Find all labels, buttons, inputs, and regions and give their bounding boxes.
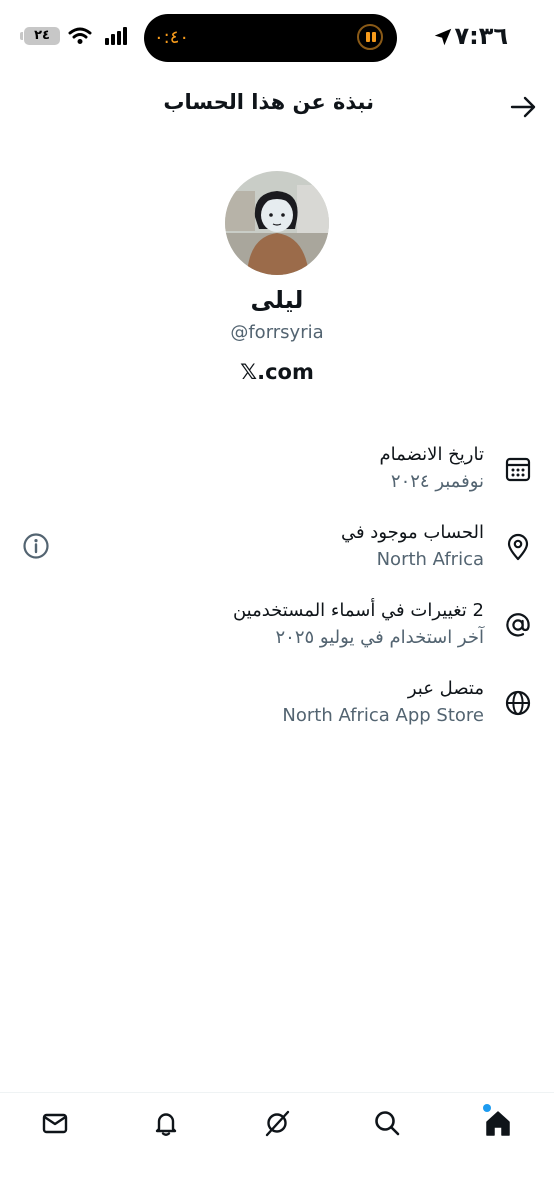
cellular-signal-icon — [105, 27, 127, 45]
joined-date: نوفمبر ٢٠٢٤ — [390, 471, 484, 492]
avatar[interactable] — [225, 171, 329, 275]
at-sign-icon — [506, 613, 530, 637]
username-last-used: آخر استخدام في يوليو ٢٠٢٥ — [275, 627, 484, 648]
location-pin-icon — [507, 533, 529, 561]
home-notification-dot — [483, 1104, 491, 1112]
globe-icon — [505, 690, 531, 716]
username-changes-title: 2 تغييرات في أسماء المستخدمين — [232, 600, 484, 621]
wifi-icon — [68, 27, 92, 44]
grok-icon[interactable] — [262, 1108, 292, 1138]
home-icon[interactable] — [483, 1108, 513, 1138]
battery-tip — [20, 32, 23, 40]
connected-via-value: North Africa App Store — [282, 705, 484, 726]
connected-via-title: متصل عبر — [407, 678, 484, 699]
location-arrow-icon — [434, 28, 452, 46]
page-title: نبذة عن هذا الحساب — [163, 90, 374, 114]
battery-icon: ٢٤ — [24, 27, 60, 45]
search-icon[interactable] — [372, 1108, 402, 1138]
info-icon[interactable] — [22, 532, 50, 560]
pause-icon[interactable] — [357, 24, 383, 50]
location-title: الحساب موجود في — [340, 522, 484, 543]
site-label: 𝕏.com — [240, 360, 314, 384]
calendar-icon — [505, 457, 531, 482]
location-value: North Africa — [376, 549, 484, 570]
joined-title: تاريخ الانضمام — [379, 444, 484, 465]
display-name: ليلى — [250, 286, 304, 314]
status-time: ٧:٣٦ — [454, 22, 508, 50]
notifications-icon[interactable] — [151, 1108, 181, 1138]
username-handle: @forrsyria — [230, 322, 324, 343]
back-arrow-icon[interactable] — [508, 92, 538, 122]
island-timer: ٠:٤٠ — [154, 27, 190, 48]
messages-icon[interactable] — [40, 1108, 70, 1138]
